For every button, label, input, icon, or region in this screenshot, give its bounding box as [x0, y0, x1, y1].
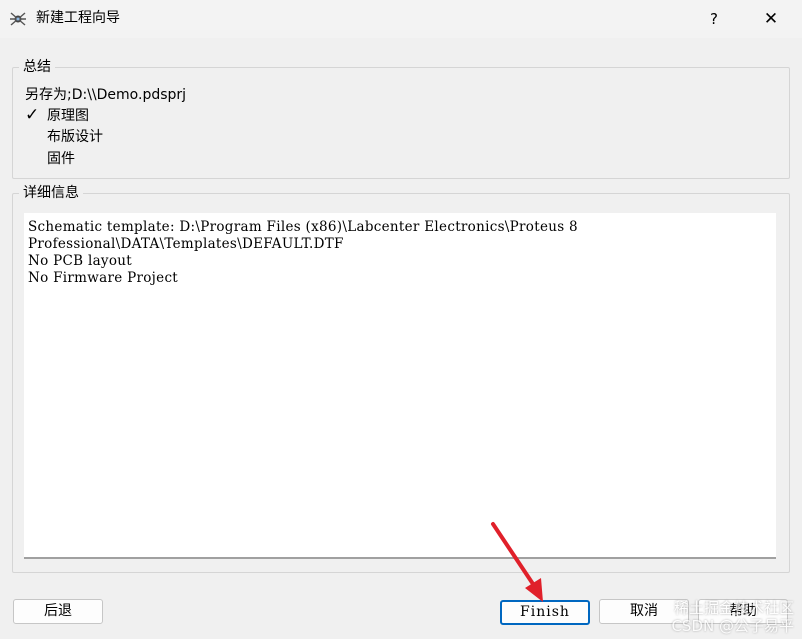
help-icon[interactable]: ?	[698, 8, 730, 30]
item-firmware: 固件	[25, 151, 75, 167]
summary-group	[12, 67, 790, 179]
details-legend: 详细信息	[19, 185, 83, 201]
item-pcb-layout: 布版设计	[25, 129, 103, 145]
item-label: 固件	[47, 151, 75, 167]
item-schematic: ✓ 原理图	[25, 105, 89, 125]
watermark-line: 稀土掘金技术社区	[673, 599, 794, 617]
save-as-path: 另存为;D:\\Demo.pdsprj	[25, 87, 187, 103]
red-arrow-annotation	[491, 522, 543, 602]
close-icon[interactable]: ✕	[754, 6, 788, 32]
title-bar: 新建工程向导 ? ✕	[0, 0, 802, 38]
watermark: 稀土掘金技术社区 CSDN @公子易平	[671, 599, 794, 635]
item-label: 布版设计	[47, 129, 103, 145]
details-textbox[interactable]: Schematic template: D:\Program Files (x8…	[24, 213, 776, 559]
window-title: 新建工程向导	[36, 10, 120, 26]
app-icon	[10, 12, 26, 26]
summary-legend: 总结	[19, 59, 55, 75]
watermark-line: CSDN @公子易平	[671, 617, 794, 635]
item-label: 原理图	[47, 108, 89, 124]
back-button[interactable]: 后退	[13, 599, 103, 624]
checkmark-icon: ✓	[25, 105, 40, 125]
